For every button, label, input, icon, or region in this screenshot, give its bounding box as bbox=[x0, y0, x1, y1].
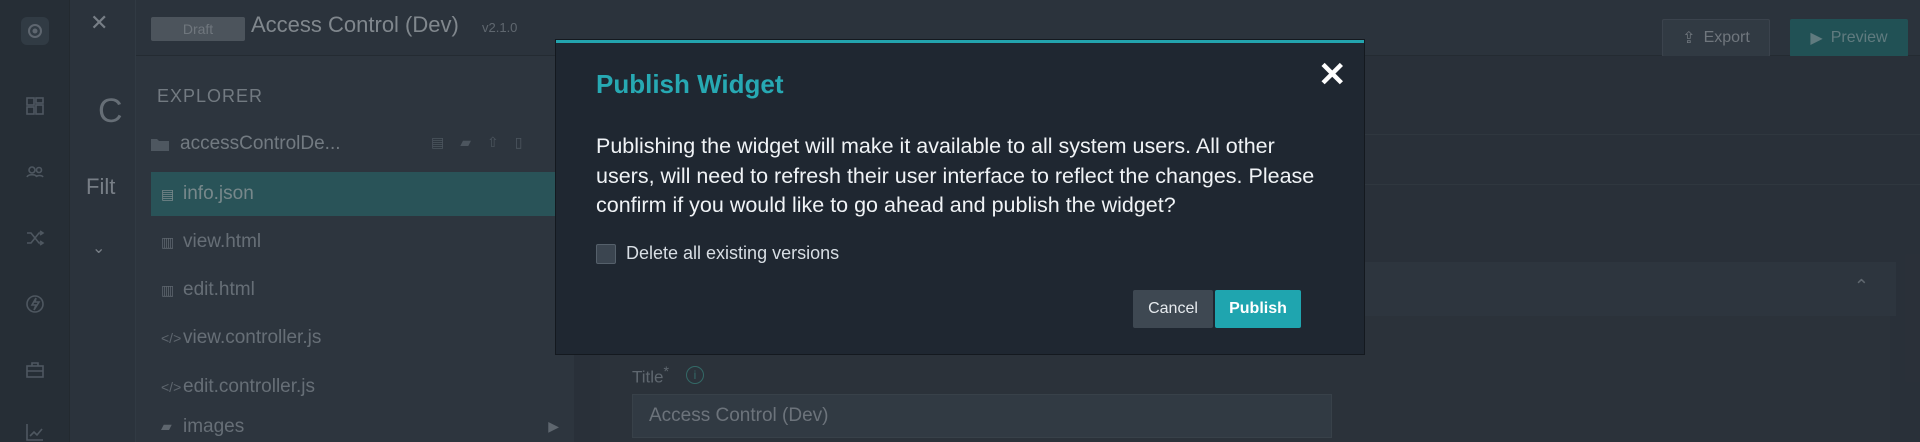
dialog-title: Publish Widget bbox=[596, 69, 784, 99]
delete-versions-option[interactable]: Delete all existing versions bbox=[596, 243, 839, 264]
checkbox-label: Delete all existing versions bbox=[626, 243, 840, 263]
publish-button[interactable]: Publish bbox=[1215, 290, 1301, 328]
delete-versions-checkbox[interactable] bbox=[596, 243, 616, 264]
dialog-message: Publishing the widget will make it avail… bbox=[596, 134, 1315, 217]
cancel-button[interactable]: Cancel bbox=[1133, 290, 1213, 328]
publish-widget-dialog: Publish Widget ✕ Publishing the widget w… bbox=[556, 40, 1364, 354]
close-icon[interactable]: ✕ bbox=[1318, 55, 1347, 95]
